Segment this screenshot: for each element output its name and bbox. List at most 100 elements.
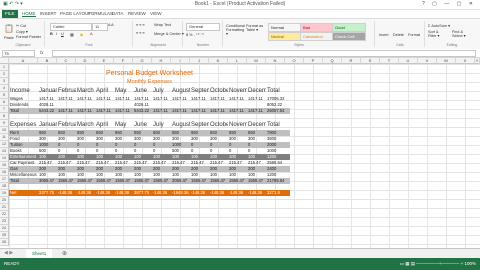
table-cell[interactable]: 3065.47 [38, 178, 57, 184]
column-title[interactable]: Total [266, 87, 285, 96]
column-title[interactable]: Income [9, 87, 38, 96]
table-cell[interactable]: Total [9, 108, 38, 114]
paste-icon[interactable]: 📋 [4, 24, 14, 33]
column-title[interactable]: July [152, 121, 171, 130]
row-header[interactable]: 8 [0, 113, 9, 120]
table-cell[interactable]: -148.36 [209, 190, 228, 196]
table-cell[interactable]: -148.36 [114, 190, 133, 196]
column-title[interactable]: December [247, 87, 266, 96]
copy-button[interactable]: Copy ▾ [16, 29, 28, 34]
column-title[interactable]: November [228, 121, 247, 130]
table-cell[interactable]: 3877.75 [133, 190, 152, 196]
column-title[interactable]: August [171, 121, 190, 130]
row-header[interactable]: 16 [0, 169, 9, 176]
column-title[interactable]: May [114, 121, 133, 130]
table-cell[interactable]: 1565.47 [95, 178, 114, 184]
row-header[interactable]: 23 [0, 218, 9, 225]
number-format-select[interactable]: General [186, 23, 220, 31]
table-cell[interactable]: -148.36 [76, 190, 95, 196]
add-sheet-icon[interactable]: ⊕ [62, 250, 67, 257]
table-cell[interactable]: 1417.11 [190, 108, 209, 114]
column-title[interactable]: June [133, 121, 152, 130]
currency-percent-icons[interactable]: $ % , ⁺⁰ ⁻⁰ [186, 32, 204, 37]
column-title[interactable]: May [114, 87, 133, 96]
column-title[interactable]: November [228, 87, 247, 96]
row-header[interactable]: 13 [0, 148, 9, 155]
column-title[interactable]: January [38, 121, 57, 130]
format-as-table-button[interactable]: Format as Table ▾ [246, 24, 264, 32]
window-controls[interactable]: ? ▢ — ▢ ✕ [422, 1, 476, 7]
tab-data[interactable]: DATA [112, 11, 123, 16]
tab-page-layout[interactable]: PAGE LAYOUT [60, 11, 91, 16]
column-title[interactable]: February [57, 121, 76, 130]
table-cell[interactable]: 1417.11 [152, 108, 171, 114]
row-header[interactable]: 22 [0, 211, 9, 218]
cut-button[interactable]: ✂ Cut [16, 23, 26, 28]
table-cell[interactable]: 5443.22 [133, 108, 152, 114]
row-header[interactable]: 26 [0, 239, 9, 246]
row-header[interactable]: 3 [0, 78, 9, 85]
row-header[interactable]: 2 [0, 71, 9, 78]
table-cell[interactable]: 1417.11 [57, 108, 76, 114]
column-title[interactable]: September [190, 121, 209, 130]
table-cell[interactable]: 1417.11 [95, 108, 114, 114]
sheet-nav-arrows-icon[interactable]: ◀ ▶ [4, 250, 13, 256]
font-size-select[interactable]: 11 [92, 23, 108, 31]
style-calculation[interactable]: Calculation [300, 32, 334, 41]
table-cell[interactable]: 1565.47 [247, 178, 266, 184]
table-cell[interactable]: -148.36 [247, 190, 266, 196]
row-header[interactable]: 7 [0, 106, 9, 113]
table-cell[interactable]: 1565.47 [209, 178, 228, 184]
table-cell[interactable]: 1565.47 [57, 178, 76, 184]
row-header[interactable]: 9 [0, 120, 9, 127]
sort-filter-button[interactable]: Sort & Filter ▾ [428, 30, 448, 38]
insert-cells-button[interactable]: Insert [379, 33, 389, 37]
table-cell[interactable]: -148.36 [57, 190, 76, 196]
style-check-cell[interactable]: Check Cell [332, 32, 366, 41]
column-title[interactable]: June [133, 87, 152, 96]
format-cells-button[interactable]: Format [408, 33, 420, 37]
table-cell[interactable]: 3065.47 [171, 178, 190, 184]
column-title[interactable]: April [95, 121, 114, 130]
table-cell[interactable]: 5443.22 [38, 108, 57, 114]
table-cell[interactable]: -1648.36 [171, 190, 190, 196]
tab-home[interactable]: HOME [22, 11, 36, 17]
align-left-icon[interactable]: ≡ ≡ ≡ [136, 31, 145, 35]
row-header[interactable]: 14 [0, 155, 9, 162]
row-header[interactable]: 19 [0, 190, 9, 197]
fx-icon[interactable]: fx [40, 50, 44, 55]
table-cell[interactable]: 1565.47 [76, 178, 95, 184]
row-header[interactable]: 18 [0, 183, 9, 190]
grow-shrink-font-icon[interactable]: A A [108, 23, 114, 27]
column-title[interactable]: April [95, 87, 114, 96]
column-title[interactable]: January [38, 87, 57, 96]
name-box[interactable]: T5 [2, 50, 35, 57]
table-cell[interactable]: 1417.11 [76, 108, 95, 114]
format-painter-button[interactable]: Format Painter [16, 35, 41, 39]
table-cell[interactable]: -148.36 [228, 190, 247, 196]
row-header[interactable]: 12 [0, 141, 9, 148]
row-header[interactable]: 21 [0, 204, 9, 211]
table-cell[interactable]: 1417.11 [114, 108, 133, 114]
row-header[interactable]: 20 [0, 197, 9, 204]
fill-color-icon[interactable]: ◆ [80, 32, 83, 37]
column-title[interactable]: October [209, 121, 228, 130]
align-top-icon[interactable]: ≡ ≡ ≡ [136, 23, 145, 27]
table-cell[interactable]: Net [9, 190, 38, 196]
table-cell[interactable]: 1417.11 [247, 108, 266, 114]
table-cell[interactable]: 1565.47 [152, 178, 171, 184]
row-header[interactable]: 25 [0, 232, 9, 239]
underline-button[interactable]: U [61, 32, 64, 36]
row-header[interactable]: 15 [0, 162, 9, 169]
row-header[interactable]: 4 [0, 85, 9, 92]
table-cell[interactable]: 25057.54 [266, 108, 285, 114]
column-title[interactable]: Total [266, 121, 285, 130]
style-good[interactable]: Good [332, 23, 366, 32]
borders-icon[interactable]: ▦ [70, 32, 74, 37]
italic-button[interactable]: I [56, 32, 57, 36]
row-header[interactable]: 24 [0, 225, 9, 232]
column-title[interactable]: August [171, 87, 190, 96]
tab-formulas[interactable]: FORMULAS [88, 11, 113, 16]
table-cell[interactable]: 1417.11 [228, 108, 247, 114]
paste-button[interactable]: Paste [4, 36, 14, 40]
